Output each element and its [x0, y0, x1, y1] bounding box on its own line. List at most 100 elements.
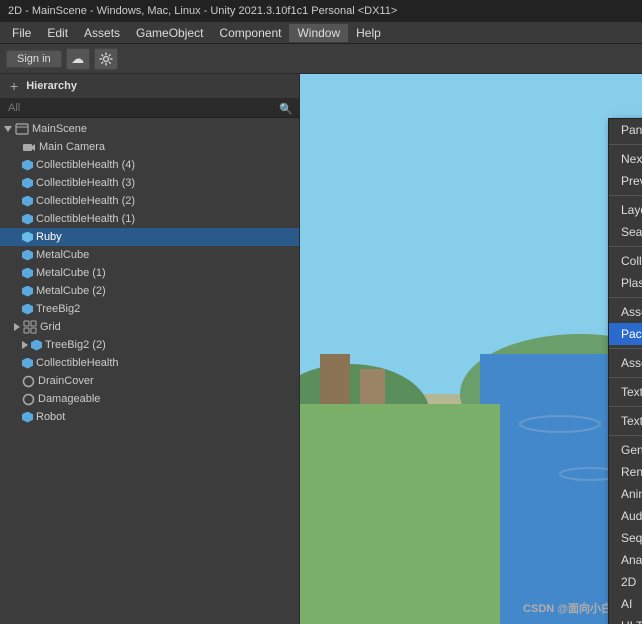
menu-item-search[interactable]: Search ›: [609, 221, 642, 243]
menu-item-plastic-scm[interactable]: Plastic SCM: [609, 272, 642, 294]
tree-item-draincover[interactable]: DrainCover: [0, 372, 299, 390]
menu-item-analysis[interactable]: Analysis ›: [609, 549, 642, 571]
menu-item-panels[interactable]: Panels ›: [609, 119, 642, 141]
tree-item-mainscene[interactable]: MainScene: [0, 120, 299, 138]
tree-item-ch3[interactable]: CollectibleHealth (3): [0, 174, 299, 192]
divider: [609, 435, 642, 436]
menu-item-general[interactable]: General ›: [609, 439, 642, 461]
expand-icon: [4, 126, 12, 132]
title-bar: 2D - MainScene - Windows, Mac, Linux - U…: [0, 0, 642, 22]
menu-item-package-manager[interactable]: Package Manager: [609, 323, 642, 345]
tree-item-label: TreeBig2: [36, 303, 80, 315]
tree-item-collectiblehealth[interactable]: CollectibleHealth: [0, 354, 299, 372]
cube-icon: [22, 196, 33, 207]
menu-help[interactable]: Help: [348, 24, 389, 42]
menu-item-label: UI Toolkit: [621, 619, 642, 624]
menu-item-animation[interactable]: Animation ›: [609, 483, 642, 505]
menu-item-sequencing[interactable]: Sequencing ›: [609, 527, 642, 549]
menu-file[interactable]: File: [4, 24, 39, 42]
tree-item-label: CollectibleHealth (1): [36, 213, 135, 225]
menu-item-textmeshpro[interactable]: TextMeshPro ›: [609, 410, 642, 432]
menu-item-label: Collaborate: [621, 254, 642, 268]
cube-icon: [22, 178, 33, 189]
menu-component[interactable]: Component: [211, 24, 289, 42]
menu-item-prev-window[interactable]: Previous Window Ctrl+Shift+Tab: [609, 170, 642, 192]
menu-item-rendering[interactable]: Rendering ›: [609, 461, 642, 483]
menu-item-ui-toolkit[interactable]: UI Toolkit ›: [609, 615, 642, 624]
menu-item-label: Rendering: [621, 465, 642, 479]
main-area: + Hierarchy 🔍 MainScene: [0, 74, 642, 624]
menu-item-label: Animation: [621, 487, 642, 501]
menu-item-ai[interactable]: AI ›: [609, 593, 642, 615]
tree-item-ch2[interactable]: CollectibleHealth (2): [0, 192, 299, 210]
settings-button[interactable]: [94, 48, 118, 70]
tree-item-label: Grid: [40, 321, 61, 333]
grid-icon: [23, 320, 37, 334]
signin-button[interactable]: Sign in: [6, 50, 62, 68]
hierarchy-search-icon: 🔍: [279, 102, 293, 115]
cube-icon: [22, 232, 33, 243]
hierarchy-add-button[interactable]: +: [8, 78, 20, 94]
menu-item-label: Asset Management: [621, 356, 642, 370]
divider: [609, 246, 642, 247]
menu-item-text[interactable]: Text ›: [609, 381, 642, 403]
cube-icon: [22, 358, 33, 369]
tree-item-ch4[interactable]: CollectibleHealth (4): [0, 156, 299, 174]
tree-item-label: Robot: [36, 411, 65, 423]
menu-item-label: TextMeshPro: [621, 414, 642, 428]
cube-icon: [22, 286, 33, 297]
tree-item-treebig2[interactable]: TreeBig2: [0, 300, 299, 318]
scene-view: Panels › Next Window Ctrl+Tab Previous W…: [300, 74, 642, 624]
expand-icon: [14, 323, 20, 331]
menu-item-asset-management[interactable]: Asset Management ›: [609, 352, 642, 374]
tree-item-label: CollectibleHealth (3): [36, 177, 135, 189]
tree-item-metalcube1[interactable]: MetalCube (1): [0, 264, 299, 282]
tree-item-robot[interactable]: Robot: [0, 408, 299, 426]
tree-item-label: CollectibleHealth: [36, 357, 119, 369]
toolbar: Sign in ☁: [0, 44, 642, 74]
menu-item-label: Analysis: [621, 553, 642, 567]
menu-item-collaborate[interactable]: Collaborate: [609, 250, 642, 272]
menu-item-label: Text: [621, 385, 642, 399]
divider: [609, 377, 642, 378]
menu-item-layouts[interactable]: Layouts ›: [609, 199, 642, 221]
tree-item-grid[interactable]: Grid: [0, 318, 299, 336]
tree-item-label: Ruby: [36, 231, 62, 243]
tree-item-metalcube[interactable]: MetalCube: [0, 246, 299, 264]
tree-item-maincamera[interactable]: Main Camera: [0, 138, 299, 156]
menu-item-next-window[interactable]: Next Window Ctrl+Tab: [609, 148, 642, 170]
menu-item-label: Search: [621, 225, 642, 239]
tree-item-label: MetalCube (1): [36, 267, 106, 279]
divider: [609, 195, 642, 196]
tree-item-label: MetalCube: [36, 249, 89, 261]
tree-item-treebig22[interactable]: TreeBig2 (2): [0, 336, 299, 354]
tree-item-metalcube2[interactable]: MetalCube (2): [0, 282, 299, 300]
menu-window[interactable]: Window: [289, 24, 348, 42]
cube-icon: [22, 250, 33, 261]
menu-assets[interactable]: Assets: [76, 24, 128, 42]
tree-item-label: CollectibleHealth (4): [36, 159, 135, 171]
tree-item-damageable[interactable]: Damageable: [0, 390, 299, 408]
menu-item-2d[interactable]: 2D ›: [609, 571, 642, 593]
menu-item-label: Previous Window: [621, 174, 642, 188]
menu-gameobject[interactable]: GameObject: [128, 24, 211, 42]
menu-item-label: Sequencing: [621, 531, 642, 545]
tree-item-ch1[interactable]: CollectibleHealth (1): [0, 210, 299, 228]
cube-icon: [22, 412, 33, 423]
cloud-button[interactable]: ☁: [66, 48, 90, 70]
circle-icon: [22, 375, 35, 388]
cube-icon: [22, 268, 33, 279]
hierarchy-search-container: 🔍: [0, 99, 299, 118]
tree-item-label: CollectibleHealth (2): [36, 195, 135, 207]
cube-icon: [22, 304, 33, 315]
hierarchy-search-input[interactable]: [0, 99, 299, 118]
scene-svg: [300, 74, 642, 624]
tree-item-ruby[interactable]: Ruby: [0, 228, 299, 246]
menu-item-asset-store[interactable]: Asset Store: [609, 301, 642, 323]
tree-item-label: MetalCube (2): [36, 285, 106, 297]
menu-edit[interactable]: Edit: [39, 24, 76, 42]
divider: [609, 406, 642, 407]
menu-item-label: Package Manager: [621, 327, 642, 341]
menu-item-audio[interactable]: Audio ›: [609, 505, 642, 527]
menu-item-label: AI: [621, 597, 632, 611]
